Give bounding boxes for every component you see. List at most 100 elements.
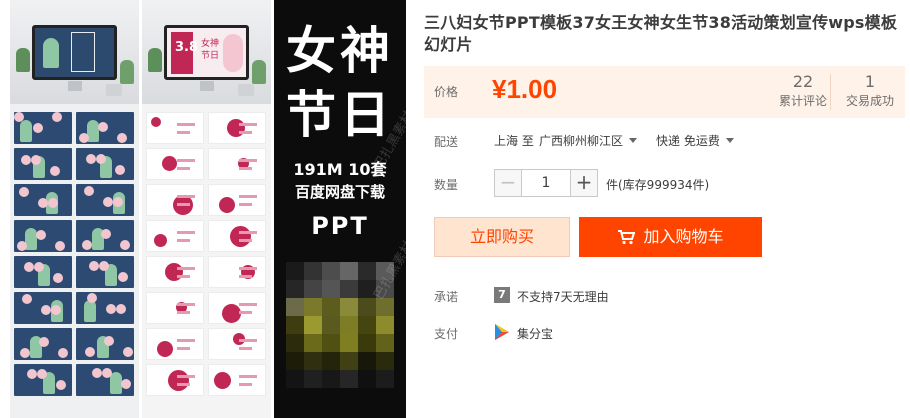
plant-icon: [252, 60, 266, 84]
slide-thumbnail: [208, 220, 266, 252]
slide-thumbnail: [76, 256, 134, 288]
mosaic-cell: [286, 298, 304, 316]
sales-label: 交易成功: [845, 94, 894, 108]
mosaic-cell: [304, 370, 322, 388]
mosaic-cell: [358, 352, 376, 370]
slide-thumbnail: [14, 328, 72, 360]
mosaic-cell: [358, 262, 376, 280]
delivery-from: 上海 至: [494, 134, 534, 148]
mosaic-cell: [304, 280, 322, 298]
template-preview-pink: 3.8 女神 节日: [142, 0, 271, 418]
slide-thumbnail: [146, 256, 204, 288]
quantity-input[interactable]: 1: [522, 169, 570, 197]
mosaic-cell: [340, 280, 358, 298]
mosaic-cell: [286, 316, 304, 334]
slide-thumbnail: [208, 292, 266, 324]
mosaic-cell: [286, 280, 304, 298]
payment-label: 支付: [434, 327, 459, 341]
add-to-cart-label[interactable]: 加入购物车: [643, 227, 723, 246]
slide-thumbnail: [76, 292, 134, 324]
desktop-mockup: [10, 0, 139, 104]
template-preview-navy: [10, 0, 139, 418]
mosaic-cell: [340, 352, 358, 370]
slide-thumbnail: [146, 292, 204, 324]
mosaic-cell: [340, 262, 358, 280]
promise-label: 承诺: [434, 290, 459, 304]
mosaic-cell: [322, 316, 340, 334]
promo-download: 百度网盘下载: [294, 183, 385, 201]
slide-thumbnail: [146, 112, 204, 144]
payment-text[interactable]: 集分宝: [517, 325, 553, 342]
product-main-image[interactable]: 3.8 女神 节日 女神 节日 191M 10套 百度网盘下载 PPT 巴扎黑素…: [10, 0, 406, 418]
delivery-destination[interactable]: 广西柳州柳江区: [539, 134, 623, 148]
price-box: 价格 ¥1.00 22 累计评论 1 交易成功: [424, 66, 905, 118]
mosaic-cell: [340, 334, 358, 352]
mosaic-cell: [304, 316, 322, 334]
slide-thumbnail: [76, 364, 134, 396]
slide-thumbnail: [14, 292, 72, 324]
mosaic-cell: [358, 334, 376, 352]
monitor-icon: [32, 25, 117, 80]
mosaic-cell: [304, 298, 322, 316]
plant-icon: [120, 60, 134, 84]
chevron-down-icon[interactable]: [629, 138, 638, 143]
cover-frame: [71, 32, 95, 72]
slide-thumbnail: [76, 328, 134, 360]
figure-shape: [43, 38, 59, 68]
slide-thumbnail: [14, 184, 72, 216]
plant-icon: [16, 48, 30, 72]
product-title: 三八妇女节PPT模板37女王女神女生节38活动策划宣传wps模板幻灯片: [424, 13, 898, 54]
slide-thumbnail: [146, 364, 204, 396]
mosaic-cell: [376, 334, 394, 352]
mosaic-cell: [286, 370, 304, 388]
no-return-icon: 7: [494, 287, 510, 303]
mosaic-cell: [286, 352, 304, 370]
delivery-method[interactable]: 快递 免运费: [656, 134, 720, 148]
slide-thumbnail: [208, 148, 266, 180]
mosaic-cell: [304, 262, 322, 280]
chevron-down-icon[interactable]: [725, 138, 734, 143]
cover-date: 3.8: [175, 40, 199, 55]
quantity-increase-button[interactable]: +: [570, 169, 598, 197]
promo-format: PPT: [311, 212, 369, 240]
mosaic-cell: [304, 352, 322, 370]
slide-thumbnail: [146, 220, 204, 252]
promise-text[interactable]: 不支持7天无理由: [517, 288, 609, 305]
mosaic-cell: [322, 370, 340, 388]
mosaic-cell: [376, 316, 394, 334]
slide-thumbnail: [146, 148, 204, 180]
mosaic-cell: [322, 262, 340, 280]
add-to-cart-button[interactable]: 加入购物车: [579, 217, 762, 257]
mosaic-cell: [322, 280, 340, 298]
mosaic-cell: [376, 370, 394, 388]
mosaic-cell: [304, 334, 322, 352]
slide-thumbnail: [76, 112, 134, 144]
delivery-method-select[interactable]: 快递 免运费: [656, 132, 734, 149]
mosaic-cell: [322, 352, 340, 370]
mosaic-cell: [340, 370, 358, 388]
slide-thumbnail: [208, 184, 266, 216]
quantity-label: 数量: [434, 178, 459, 192]
slide-thumbnail: [14, 256, 72, 288]
mosaic-cell: [376, 352, 394, 370]
plant-icon: [148, 48, 162, 72]
buy-now-button[interactable]: 立即购买: [434, 217, 570, 257]
product-detail: 三八妇女节PPT模板37女王女神女生节38活动策划宣传wps模板幻灯片 价格 ¥…: [424, 0, 906, 418]
slide-thumbnail: [14, 220, 72, 252]
slide-thumbnail: [14, 112, 72, 144]
quantity-decrease-button[interactable]: −: [494, 169, 522, 197]
quantity-stepper[interactable]: − 1 +: [494, 169, 598, 197]
slide-thumbnail: [14, 148, 72, 180]
mosaic-cell: [358, 316, 376, 334]
slide-thumbnail: [14, 364, 72, 396]
mosaic-cell: [322, 334, 340, 352]
sales-stat: 1 交易成功: [830, 72, 910, 110]
price-label: 价格: [434, 85, 459, 99]
slide-thumbnail: [76, 148, 134, 180]
monitor-icon: 3.8 女神 节日: [164, 25, 249, 80]
price-value: ¥1.00: [492, 74, 558, 104]
jifenbao-icon: [495, 324, 509, 340]
delivery-destination-select[interactable]: 广西柳州柳江区: [539, 132, 638, 149]
mosaic-cell: [286, 262, 304, 280]
mosaic-cell: [340, 316, 358, 334]
